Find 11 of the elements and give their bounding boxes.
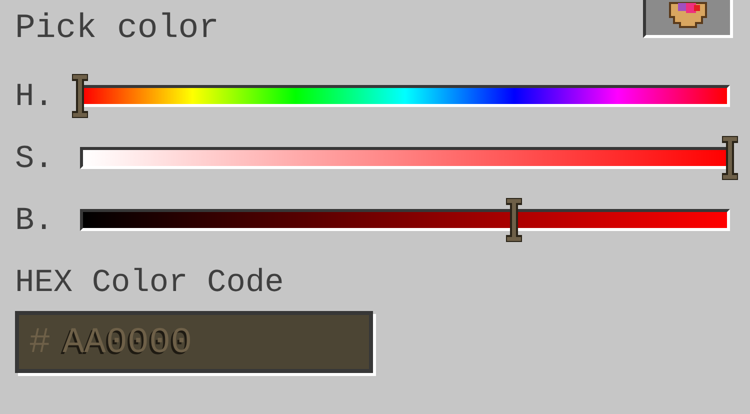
panel-title: Pick color [15,10,220,48]
slider-label: B. [15,202,54,238]
cookie-icon [668,1,708,31]
slider-handle[interactable] [722,136,738,180]
slider-handle[interactable] [72,74,88,118]
slider-label: H. [15,78,54,114]
cookie-button[interactable] [643,0,733,38]
color-slider-track[interactable] [80,209,730,231]
slider-handle[interactable] [506,198,522,242]
slider-label: S. [15,140,54,176]
hex-label: HEX Color Code [15,264,285,301]
